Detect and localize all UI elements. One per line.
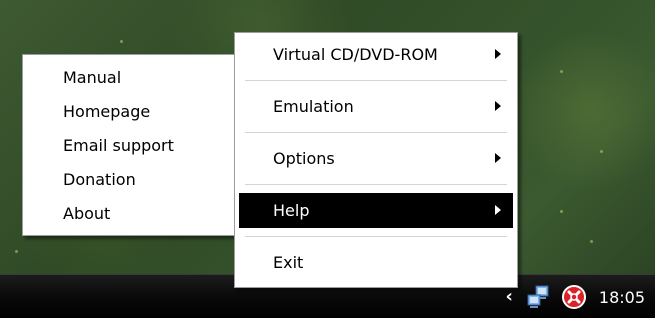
menu-separator — [245, 184, 507, 185]
menu-item-label: Exit — [273, 253, 304, 272]
daemon-tools-icon[interactable] — [561, 284, 587, 310]
menu-item-homepage[interactable]: Homepage — [27, 95, 233, 129]
menu-item-label: Virtual CD/DVD-ROM — [273, 45, 438, 64]
menu-item-options[interactable]: Options — [239, 141, 513, 176]
menu-separator — [245, 236, 507, 237]
menu-item-donation[interactable]: Donation — [27, 163, 233, 197]
menu-item-label: Help — [273, 201, 310, 220]
menu-item-exit[interactable]: Exit — [239, 245, 513, 280]
menu-item-about[interactable]: About — [27, 197, 233, 231]
network-icon[interactable] — [525, 284, 551, 310]
menu-separator — [245, 132, 507, 133]
submenu-arrow-icon — [495, 205, 501, 215]
menu-item-label: Options — [273, 149, 335, 168]
menu-item-emulation[interactable]: Emulation — [239, 89, 513, 124]
menu-item-label: Emulation — [273, 97, 354, 116]
show-hidden-icons-chevron-icon[interactable]: ‹ — [505, 288, 512, 306]
submenu-arrow-icon — [495, 153, 501, 163]
taskbar-clock[interactable]: 18:05 — [599, 288, 645, 307]
menu-item-manual[interactable]: Manual — [27, 61, 233, 95]
submenu-arrow-icon — [495, 49, 501, 59]
menu-item-virtual-cd-dvd-rom[interactable]: Virtual CD/DVD-ROM — [239, 37, 513, 72]
submenu-arrow-icon — [495, 101, 501, 111]
menu-item-help[interactable]: Help — [239, 193, 513, 228]
help-submenu: Manual Homepage Email support Donation A… — [22, 54, 238, 236]
tray-context-menu: Virtual CD/DVD-ROM Emulation Options Hel… — [234, 32, 518, 288]
menu-separator — [245, 80, 507, 81]
system-tray: ‹ 18:05 — [505, 275, 655, 318]
desktop: ‹ 18:05 Manual Homepage Email support Do… — [0, 0, 655, 318]
menu-item-email-support[interactable]: Email support — [27, 129, 233, 163]
